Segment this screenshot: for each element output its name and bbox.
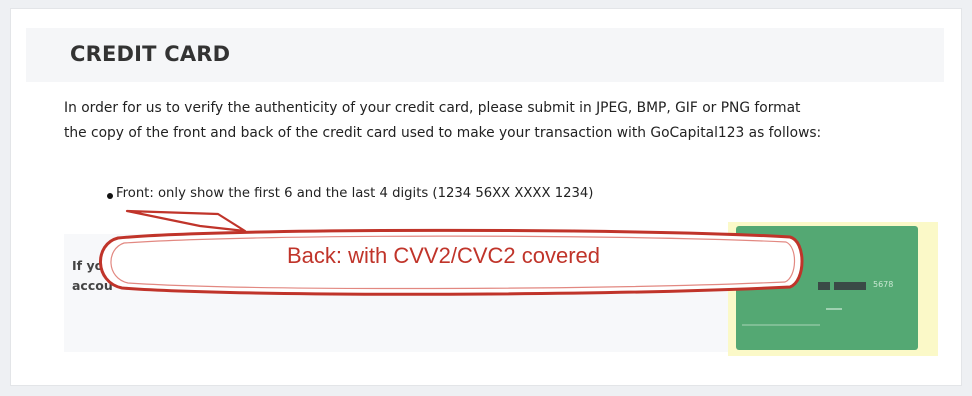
callout-overlay bbox=[99, 209, 804, 296]
callout-label: Back: with CVV2/CVC2 covered bbox=[287, 243, 601, 268]
callout-pointer-icon bbox=[125, 209, 247, 233]
